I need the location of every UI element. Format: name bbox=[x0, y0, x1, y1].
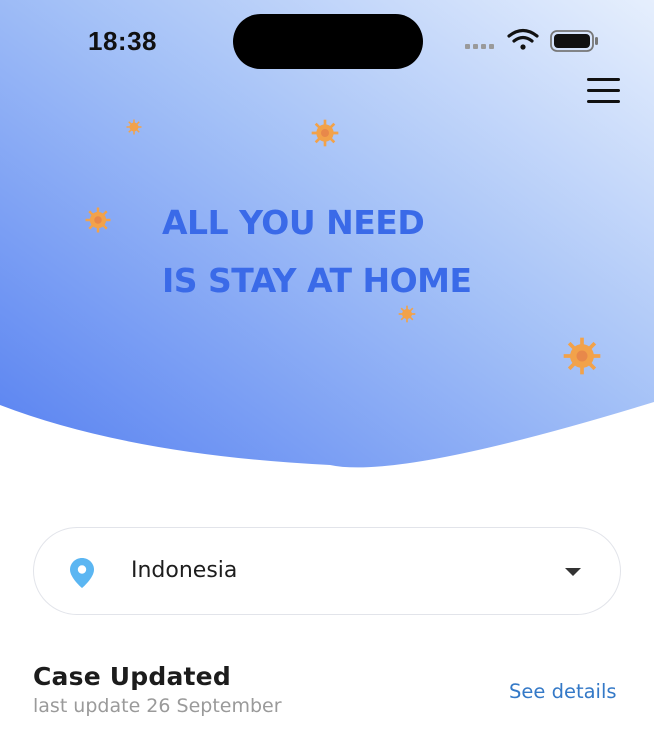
see-details-link[interactable]: See details bbox=[509, 680, 617, 703]
battery-icon bbox=[550, 30, 598, 52]
country-dropdown[interactable]: Indonesia bbox=[33, 527, 621, 615]
signal-icon bbox=[465, 44, 494, 49]
dropdown-arrow-icon[interactable] bbox=[565, 568, 581, 576]
virus-icon bbox=[126, 119, 142, 135]
headline-line-2: IS STAY AT HOME bbox=[162, 261, 472, 300]
virus-icon bbox=[398, 305, 416, 323]
virus-icon bbox=[563, 337, 601, 375]
selected-country: Indonesia bbox=[131, 558, 238, 583]
case-updated-title: Case Updated bbox=[33, 662, 231, 691]
dynamic-island bbox=[233, 14, 423, 69]
virus-icon bbox=[85, 207, 111, 233]
hamburger-menu-icon[interactable] bbox=[584, 74, 624, 108]
last-update-text: last update 26 September bbox=[33, 695, 282, 717]
hero-headline: ALL YOU NEED IS STAY AT HOME bbox=[162, 194, 472, 310]
wifi-icon bbox=[507, 28, 539, 50]
status-time: 18:38 bbox=[88, 26, 157, 56]
status-icons bbox=[465, 28, 598, 52]
virus-icon bbox=[311, 119, 339, 147]
headline-line-1: ALL YOU NEED bbox=[162, 203, 425, 242]
location-pin-icon bbox=[70, 558, 94, 588]
